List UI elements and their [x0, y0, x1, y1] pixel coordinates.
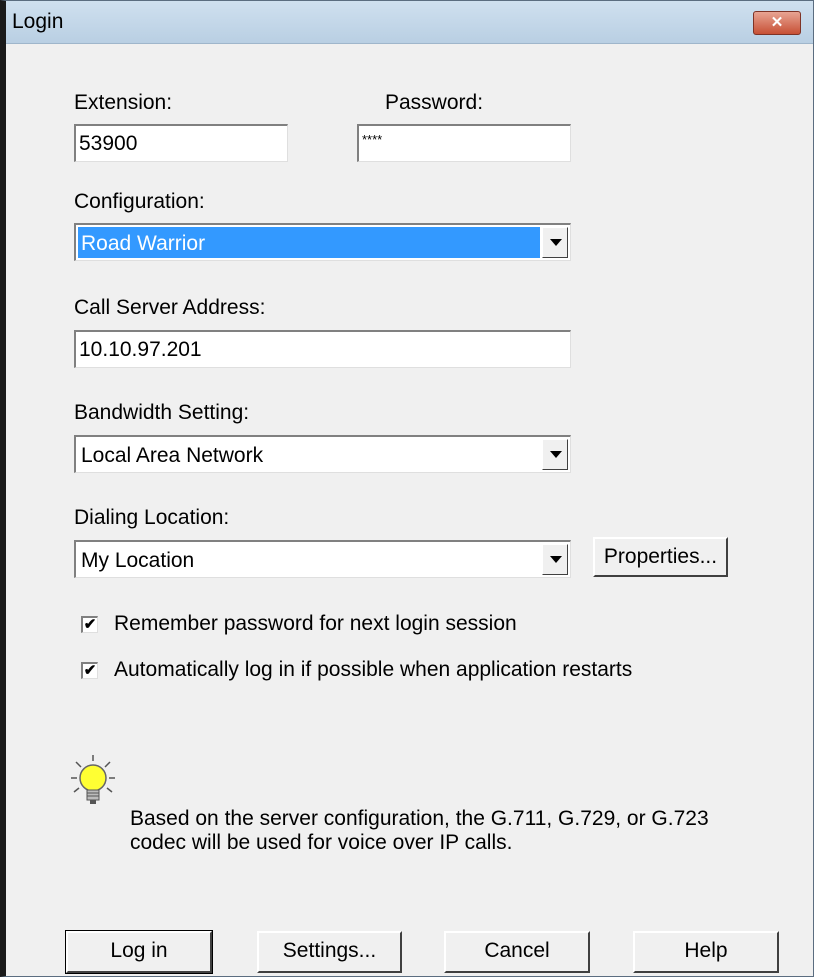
chevron-down-icon[interactable]	[542, 227, 568, 258]
properties-button[interactable]: Properties...	[593, 537, 728, 577]
password-field[interactable]: ****	[357, 124, 571, 162]
configuration-select[interactable]: Road Warrior	[74, 223, 571, 261]
login-dialog: Login ✕ Extension: 53900 Password: **** …	[0, 0, 814, 977]
title-bar[interactable]: Login ✕	[6, 1, 813, 44]
extension-label: Extension:	[74, 91, 173, 114]
dialing-location-value: My Location	[81, 549, 195, 572]
auto-login-label: Automatically log in if possible when ap…	[114, 658, 633, 681]
remember-password-checkbox[interactable]: ✔	[81, 616, 98, 633]
configuration-value: Road Warrior	[78, 227, 540, 258]
settings-button[interactable]: Settings...	[257, 931, 402, 973]
call-server-field[interactable]: 10.10.97.201	[74, 330, 571, 368]
lightbulb-icon	[71, 755, 115, 804]
bandwidth-value: Local Area Network	[81, 444, 264, 467]
configuration-label: Configuration:	[74, 190, 205, 213]
codec-info-text: Based on the server configuration, the G…	[130, 807, 709, 854]
call-server-label: Call Server Address:	[74, 296, 266, 319]
dialog-body: Extension: 53900 Password: **** Configur…	[6, 44, 813, 976]
chevron-down-icon[interactable]	[542, 544, 568, 575]
chevron-down-icon[interactable]	[542, 439, 568, 470]
bandwidth-label: Bandwidth Setting:	[74, 401, 250, 424]
dialing-location-select[interactable]: My Location	[74, 540, 571, 578]
cancel-button[interactable]: Cancel	[444, 931, 590, 973]
password-label: Password:	[385, 91, 484, 114]
extension-field[interactable]: 53900	[74, 124, 288, 162]
window-title: Login	[12, 10, 64, 33]
auto-login-checkbox[interactable]: ✔	[81, 662, 98, 679]
close-button[interactable]: ✕	[753, 11, 801, 35]
bandwidth-select[interactable]: Local Area Network	[74, 435, 571, 473]
dialing-location-label: Dialing Location:	[74, 506, 230, 529]
login-button[interactable]: Log in	[65, 930, 213, 974]
remember-password-label: Remember password for next login session	[114, 612, 517, 635]
help-button[interactable]: Help	[633, 931, 779, 973]
